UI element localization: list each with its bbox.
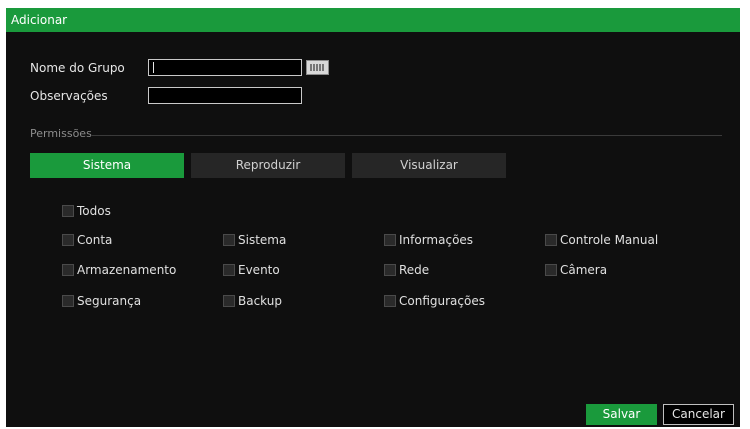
checkbox-box	[62, 295, 74, 307]
dialog-title: Adicionar	[11, 13, 68, 27]
checkbox-label: Câmera	[560, 263, 608, 277]
checkbox-box	[62, 264, 74, 276]
checkbox-label: Todos	[77, 204, 111, 218]
keyboard-icon	[310, 64, 325, 71]
checkbox-box	[384, 295, 396, 307]
group-name-label: Nome do Grupo	[30, 61, 125, 75]
add-group-dialog: Adicionar Nome do Grupo Observações Perm…	[6, 8, 740, 427]
checkbox-label: Segurança	[77, 294, 142, 308]
checkbox-box	[545, 234, 557, 246]
tab-visualizar[interactable]: Visualizar	[352, 153, 506, 178]
cancel-button[interactable]: Cancelar	[663, 404, 734, 425]
permissions-section-label: Permissões	[30, 127, 92, 140]
checkbox-label: Evento	[238, 263, 280, 277]
notes-input[interactable]	[148, 87, 302, 104]
checkbox-label: Sistema	[238, 233, 287, 247]
checkbox-label: Rede	[399, 263, 430, 277]
checkbox-label: Armazenamento	[77, 263, 177, 277]
section-divider	[92, 135, 722, 136]
checkbox-box	[384, 264, 396, 276]
checkbox-label: Controle Manual	[560, 233, 659, 247]
checkbox-box	[384, 234, 396, 246]
notes-label: Observações	[30, 89, 108, 103]
virtual-keyboard-button[interactable]	[306, 60, 329, 75]
group-name-input[interactable]	[148, 59, 302, 76]
checkbox-box	[223, 234, 235, 246]
save-button[interactable]: Salvar	[586, 404, 657, 425]
tab-sistema[interactable]: Sistema	[30, 153, 184, 178]
checkbox-label: Configurações	[399, 294, 485, 308]
checkbox-box	[223, 295, 235, 307]
checkbox-box	[545, 264, 557, 276]
checkbox-label: Informações	[399, 233, 474, 247]
checkbox-box	[223, 264, 235, 276]
checkbox-box	[62, 234, 74, 246]
text-caret	[153, 62, 154, 73]
tab-reproduzir[interactable]: Reproduzir	[191, 153, 345, 178]
checkbox-label: Backup	[238, 294, 282, 308]
dialog-titlebar: Adicionar	[6, 8, 740, 32]
checkbox-box	[62, 205, 74, 217]
checkbox-label: Conta	[77, 233, 113, 247]
